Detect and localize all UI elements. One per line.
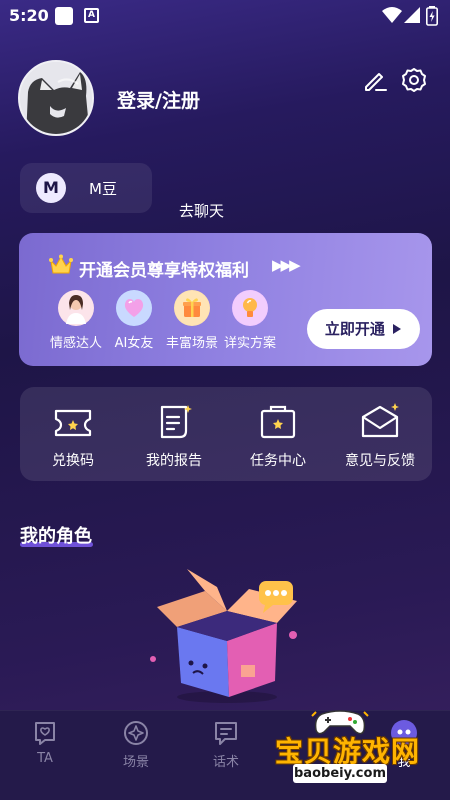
task-icon	[260, 405, 296, 439]
my-roles-title: 我的角色	[20, 526, 92, 547]
tab-scene[interactable]: 场景	[106, 719, 166, 770]
perk-item: 情感达人	[44, 290, 108, 351]
chat-heart-icon	[35, 722, 55, 745]
vip-title: 开通会员尊享特权福利	[79, 261, 249, 281]
notification-square-icon	[55, 7, 73, 25]
expert-avatar-icon	[58, 290, 94, 326]
bulb-icon	[232, 290, 268, 326]
perk-label: 详实方案	[223, 336, 276, 351]
my-report-button[interactable]: 我的报告	[128, 403, 220, 470]
tab-label: 话术	[212, 755, 239, 770]
m-coin-icon: M	[36, 173, 66, 203]
go-chat-link[interactable]: 去聊天	[179, 200, 224, 221]
mail-icon	[361, 403, 399, 438]
status-icons	[382, 6, 442, 26]
ticket-icon	[54, 409, 92, 437]
battery-icon	[426, 6, 438, 26]
notification-app-icon: A	[84, 8, 99, 23]
login-register-link[interactable]: 登录/注册	[117, 86, 200, 113]
watermark-url: baobeiy.com	[293, 764, 387, 783]
feedback-button[interactable]: 意见与反馈	[334, 403, 426, 470]
wifi-icon	[382, 7, 402, 23]
settings-button[interactable]	[400, 66, 428, 94]
avatar[interactable]	[18, 60, 94, 136]
perk-label: 情感达人	[49, 336, 102, 351]
perk-item: AI女友	[102, 290, 166, 351]
report-icon	[160, 405, 192, 439]
m-coin-card[interactable]: M M豆	[20, 163, 152, 213]
heart-icon	[116, 290, 152, 326]
edit-button[interactable]	[361, 66, 389, 94]
script-icon	[215, 722, 237, 745]
task-center-button[interactable]: 任务中心	[232, 403, 324, 470]
empty-box-illustration	[150, 569, 297, 703]
tool-label: 任务中心	[250, 453, 306, 469]
tools-card: 兑换码 我的报告 任务中心 意见与反馈	[20, 387, 432, 481]
open-vip-button[interactable]: 立即开通	[307, 309, 420, 349]
gear-icon	[402, 68, 426, 92]
vip-arrows-icon: ▶▶▶	[272, 256, 301, 274]
default-avatar-icon	[20, 62, 92, 134]
m-coin-label: M豆	[89, 180, 117, 198]
perk-label: AI女友	[114, 336, 154, 351]
perk-item: 丰富场景	[160, 290, 224, 351]
signal-icon	[404, 7, 420, 23]
perk-label: 丰富场景	[165, 336, 218, 351]
scene-icon	[124, 721, 148, 745]
tab-ta[interactable]: TA	[15, 719, 75, 766]
tool-label: 我的报告	[146, 453, 202, 469]
status-bar: 5:20 A	[0, 0, 450, 32]
vip-card[interactable]: 开通会员尊享特权福利 ▶▶▶ 情感达人 AI女友 丰富场景 详实方案 立即开通	[19, 233, 432, 366]
status-time: 5:20	[9, 6, 49, 25]
open-vip-label: 立即开通	[324, 320, 385, 338]
perk-item: 详实方案	[218, 290, 282, 351]
redeem-code-button[interactable]: 兑换码	[27, 403, 119, 470]
crown-icon	[49, 254, 73, 274]
gift-icon	[174, 290, 210, 326]
tab-label: 场景	[122, 755, 149, 770]
play-arrow-icon	[393, 324, 402, 334]
tool-label: 兑换码	[52, 453, 94, 469]
tab-label: TA	[37, 751, 53, 766]
pencil-icon	[365, 73, 387, 91]
tool-label: 意见与反馈	[345, 453, 415, 469]
watermark: 宝贝游戏网 baobeiy.com	[270, 708, 450, 800]
tab-script[interactable]: 话术	[196, 719, 256, 770]
